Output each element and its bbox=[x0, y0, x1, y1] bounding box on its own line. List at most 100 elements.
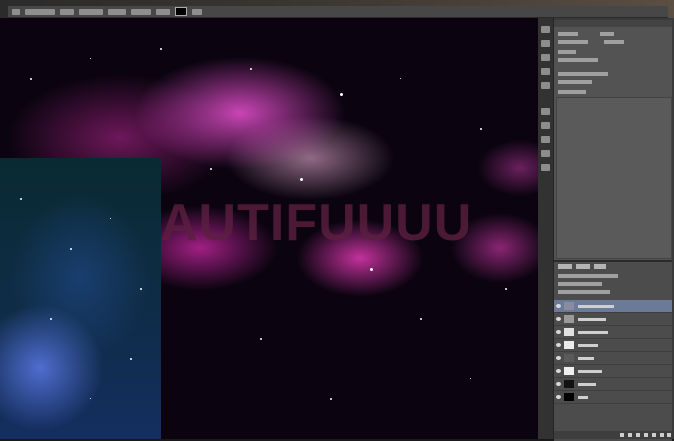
star bbox=[340, 93, 343, 96]
star bbox=[300, 178, 303, 181]
canvas-text-layer[interactable]: AUTIFUUUU bbox=[160, 193, 472, 253]
star bbox=[70, 248, 72, 250]
folder-icon[interactable] bbox=[652, 433, 656, 437]
layer-thumbnail-icon bbox=[564, 328, 574, 336]
paragraph-icon[interactable] bbox=[541, 122, 550, 129]
info-icon[interactable] bbox=[541, 164, 550, 171]
mask-icon[interactable] bbox=[636, 433, 640, 437]
eye-icon[interactable] bbox=[556, 330, 561, 334]
star bbox=[50, 318, 52, 320]
star bbox=[370, 268, 373, 271]
layer-thumbnail-icon bbox=[564, 393, 574, 401]
panel-icon-strip bbox=[538, 18, 554, 439]
property-field[interactable] bbox=[558, 40, 588, 44]
option-dropdown[interactable] bbox=[192, 8, 202, 15]
tab-channels[interactable] bbox=[576, 264, 590, 269]
layer-thumbnail-icon bbox=[564, 315, 574, 323]
layer-thumbnail-icon bbox=[564, 380, 574, 388]
tool-preset-icon[interactable] bbox=[12, 8, 20, 15]
lock-row[interactable] bbox=[558, 290, 610, 294]
layers-panel bbox=[554, 260, 672, 441]
fx-icon[interactable] bbox=[628, 433, 632, 437]
star bbox=[210, 168, 212, 170]
eye-icon[interactable] bbox=[556, 304, 561, 308]
layer-name bbox=[578, 383, 596, 386]
star bbox=[110, 218, 111, 219]
tab-layers[interactable] bbox=[558, 264, 572, 269]
option-dropdown[interactable] bbox=[25, 8, 55, 15]
clone-icon[interactable] bbox=[541, 150, 550, 157]
layer-name bbox=[578, 344, 598, 347]
properties-content-area bbox=[556, 97, 672, 259]
layer-thumbnail-icon bbox=[564, 367, 574, 375]
new-layer-icon[interactable] bbox=[660, 433, 664, 437]
layer-row[interactable] bbox=[554, 313, 672, 326]
layer-row[interactable] bbox=[554, 391, 672, 404]
eye-icon[interactable] bbox=[556, 317, 561, 321]
color-icon[interactable] bbox=[541, 40, 550, 47]
eye-icon[interactable] bbox=[556, 395, 561, 399]
eye-icon[interactable] bbox=[556, 356, 561, 360]
layer-thumbnail-icon bbox=[564, 341, 574, 349]
property-field[interactable] bbox=[558, 32, 578, 36]
eye-icon[interactable] bbox=[556, 343, 561, 347]
property-field[interactable] bbox=[600, 32, 614, 36]
star bbox=[160, 48, 162, 50]
layer-row[interactable] bbox=[554, 352, 672, 365]
layer-name bbox=[578, 370, 602, 373]
eye-icon[interactable] bbox=[556, 382, 561, 386]
layer-row[interactable] bbox=[554, 326, 672, 339]
eye-icon[interactable] bbox=[556, 369, 561, 373]
option-dropdown[interactable] bbox=[131, 8, 151, 15]
swatches-icon[interactable] bbox=[541, 54, 550, 61]
property-field[interactable] bbox=[558, 50, 576, 54]
layer-filter-row[interactable] bbox=[558, 274, 618, 278]
layers-footer bbox=[554, 431, 672, 439]
properties-panel-header[interactable] bbox=[554, 20, 672, 27]
layer-name bbox=[578, 331, 608, 334]
star bbox=[90, 398, 91, 399]
delete-icon[interactable] bbox=[667, 433, 671, 437]
character-icon[interactable] bbox=[541, 108, 550, 115]
layer-row[interactable] bbox=[554, 378, 672, 391]
star bbox=[330, 398, 332, 400]
option-dropdown[interactable] bbox=[156, 8, 170, 15]
layer-row[interactable] bbox=[554, 339, 672, 352]
star bbox=[420, 318, 422, 320]
option-dropdown[interactable] bbox=[60, 8, 74, 15]
floating-document-window[interactable] bbox=[0, 158, 161, 439]
layer-name bbox=[578, 305, 614, 308]
link-icon[interactable] bbox=[620, 433, 624, 437]
property-field[interactable] bbox=[558, 90, 586, 94]
layer-thumbnail-icon bbox=[564, 354, 574, 362]
options-bar bbox=[8, 6, 668, 18]
layer-row[interactable] bbox=[554, 300, 672, 313]
property-field[interactable] bbox=[558, 80, 592, 84]
option-dropdown[interactable] bbox=[108, 8, 126, 15]
tab-paths[interactable] bbox=[594, 264, 606, 269]
star bbox=[90, 58, 91, 59]
star bbox=[20, 198, 22, 200]
star bbox=[480, 128, 482, 130]
star bbox=[260, 338, 262, 340]
history-icon[interactable] bbox=[541, 26, 550, 33]
color-swatch[interactable] bbox=[175, 7, 187, 16]
layer-name bbox=[578, 318, 606, 321]
layer-name bbox=[578, 357, 594, 360]
star bbox=[140, 288, 142, 290]
brush-icon[interactable] bbox=[541, 136, 550, 143]
layer-row[interactable] bbox=[554, 365, 672, 378]
styles-icon[interactable] bbox=[541, 82, 550, 89]
option-dropdown[interactable] bbox=[79, 8, 103, 15]
blend-mode-row[interactable] bbox=[558, 282, 602, 286]
star bbox=[250, 68, 252, 70]
adjustments-icon[interactable] bbox=[541, 68, 550, 75]
property-field[interactable] bbox=[558, 72, 608, 76]
layer-name bbox=[578, 396, 588, 399]
adjustment-icon[interactable] bbox=[644, 433, 648, 437]
star bbox=[130, 358, 132, 360]
star bbox=[400, 78, 401, 79]
star bbox=[470, 378, 471, 379]
property-field[interactable] bbox=[604, 40, 624, 44]
property-field[interactable] bbox=[558, 58, 598, 62]
